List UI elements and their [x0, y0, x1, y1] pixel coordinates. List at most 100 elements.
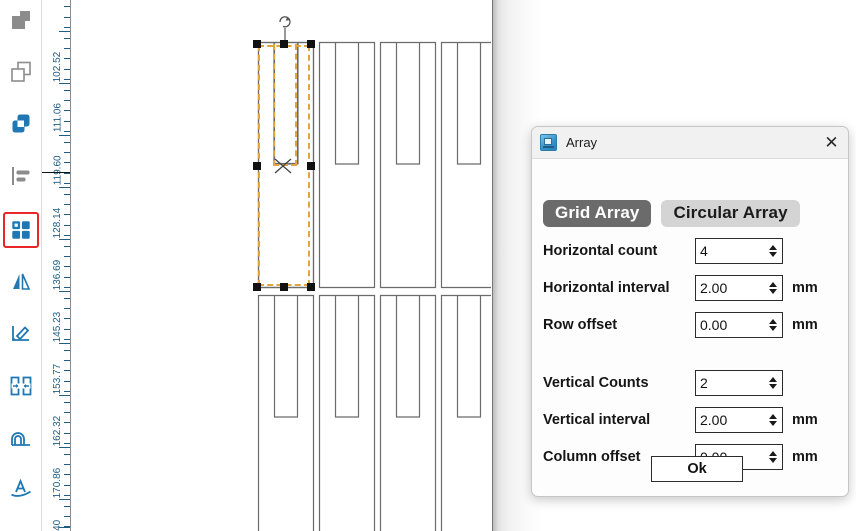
- ruler-tick-minor: [64, 412, 70, 413]
- ruler-tick-minor: [64, 391, 70, 392]
- handle-bottom-left[interactable]: [253, 283, 261, 291]
- column-offset-stepper[interactable]: [767, 445, 782, 469]
- offset-path-icon: [9, 426, 33, 450]
- ruler-tick-minor: [64, 256, 70, 257]
- ruler-cursor-indicator: [42, 172, 70, 173]
- ruler-tick-minor: [64, 246, 70, 247]
- ruler-tick-minor: [64, 235, 70, 236]
- ruler-tick-major: [59, 447, 70, 448]
- tool-text-on-path[interactable]: [3, 470, 39, 506]
- ruler-tick-minor: [64, 370, 70, 371]
- stepper-up-icon[interactable]: [769, 282, 777, 287]
- tool-distribute[interactable]: [3, 368, 39, 404]
- tool-intersect[interactable]: [3, 106, 39, 142]
- stepper-down-icon[interactable]: [769, 384, 777, 389]
- horizontal-count-stepper[interactable]: [767, 239, 782, 263]
- ruler-tick-minor: [64, 142, 70, 143]
- close-icon[interactable]: ✕: [822, 133, 841, 152]
- tab-grid-array[interactable]: Grid Array: [543, 200, 652, 227]
- handle-top-center[interactable]: [280, 40, 288, 48]
- tool-offset[interactable]: [3, 420, 39, 456]
- stepper-up-icon[interactable]: [769, 377, 777, 382]
- ruler-label: 179.40: [53, 520, 64, 531]
- row-offset-input[interactable]: 0.00: [695, 312, 783, 338]
- ruler-tick-minor: [64, 495, 70, 496]
- ruler-tick-minor: [64, 339, 70, 340]
- tab-circular-array[interactable]: Circular Array: [661, 200, 800, 227]
- vertical-interval-input[interactable]: 2.00: [695, 407, 783, 433]
- ruler-tick-minor: [64, 204, 70, 205]
- ruler-tick-minor: [64, 464, 70, 465]
- stepper-down-icon[interactable]: [769, 289, 777, 294]
- horizontal-count-input[interactable]: 4: [695, 238, 783, 264]
- stepper-down-icon[interactable]: [769, 326, 777, 331]
- ruler-tick-minor: [64, 58, 70, 59]
- tool-mirror[interactable]: [3, 264, 39, 300]
- grid-array-icon: [10, 219, 32, 241]
- handle-top-right[interactable]: [307, 40, 315, 48]
- ruler-tick-minor: [64, 48, 70, 49]
- ruler-tick-major: [59, 527, 70, 528]
- row-offset-value: 0.00: [700, 317, 728, 333]
- ruler-tick-major: [59, 187, 70, 188]
- ruler-tick-minor: [64, 422, 70, 423]
- ruler-tick-minor: [64, 277, 70, 278]
- vertical-counts-stepper[interactable]: [767, 371, 782, 395]
- tool-measure[interactable]: [3, 316, 39, 352]
- row-horizontal-count: Horizontal count 4: [543, 238, 841, 264]
- tool-align[interactable]: [3, 158, 39, 194]
- ruler-tick-minor: [64, 287, 70, 288]
- handle-middle-left[interactable]: [253, 162, 261, 170]
- handle-bottom-center[interactable]: [280, 283, 288, 291]
- measure-edit-icon: [9, 322, 33, 346]
- ruler-tick-minor: [64, 485, 70, 486]
- ruler-tick-minor: [64, 131, 70, 132]
- ok-button[interactable]: Ok: [651, 456, 743, 482]
- dialog-title: Array: [566, 135, 598, 150]
- ruler-tick-major: [59, 343, 70, 344]
- intersect-shapes-icon: [9, 112, 33, 136]
- horizontal-interval-stepper[interactable]: [767, 276, 782, 300]
- ruler-label: 153.77: [52, 363, 64, 395]
- ruler-label: 145.23: [52, 311, 64, 343]
- dialog-titlebar[interactable]: Array ✕: [532, 127, 848, 159]
- stepper-up-icon[interactable]: [769, 451, 777, 456]
- ruler-tick-minor: [64, 214, 70, 215]
- handle-top-left[interactable]: [253, 40, 261, 48]
- ruler-tick-minor: [64, 100, 70, 101]
- row-offset-stepper[interactable]: [767, 313, 782, 337]
- handle-middle-right[interactable]: [307, 162, 315, 170]
- ruler-tick-minor: [64, 506, 70, 507]
- unit-vertical-interval: mm: [792, 412, 818, 428]
- ruler-tick-minor: [64, 350, 70, 351]
- ruler-tick-minor: [64, 79, 70, 80]
- ruler-tick-minor: [64, 173, 70, 174]
- stepper-up-icon[interactable]: [769, 245, 777, 250]
- ruler-label: 136.69: [52, 259, 64, 291]
- selection-slot-outline: [273, 44, 297, 166]
- label-vertical-counts: Vertical Counts: [543, 375, 649, 391]
- stepper-down-icon[interactable]: [769, 458, 777, 463]
- tool-union[interactable]: [3, 2, 39, 38]
- tool-subtract[interactable]: [3, 54, 39, 90]
- label-vertical-interval: Vertical interval: [543, 412, 651, 428]
- handle-bottom-right[interactable]: [307, 283, 315, 291]
- ruler-tick-minor: [64, 516, 70, 517]
- horizontal-interval-input[interactable]: 2.00: [695, 275, 783, 301]
- tool-array[interactable]: [3, 212, 39, 248]
- stepper-up-icon[interactable]: [769, 319, 777, 324]
- stepper-up-icon[interactable]: [769, 414, 777, 419]
- vertical-counts-input[interactable]: 2: [695, 370, 783, 396]
- ruler-label: 128.14: [52, 207, 64, 239]
- ruler-tick-minor: [64, 90, 70, 91]
- app-icon: [540, 134, 557, 151]
- stepper-down-icon[interactable]: [769, 252, 777, 257]
- ruler-label: 170.86: [52, 467, 64, 499]
- ruler-tick-minor: [64, 225, 70, 226]
- ruler-tick-minor: [64, 443, 70, 444]
- vertical-interval-stepper[interactable]: [767, 408, 782, 432]
- horizontal-interval-value: 2.00: [700, 280, 728, 296]
- ruler-tick-minor: [64, 194, 70, 195]
- stepper-down-icon[interactable]: [769, 421, 777, 426]
- vertical-ruler[interactable]: 102.52 111.06 119.60 128.14 136.69 145.23 153.…: [42, 0, 71, 531]
